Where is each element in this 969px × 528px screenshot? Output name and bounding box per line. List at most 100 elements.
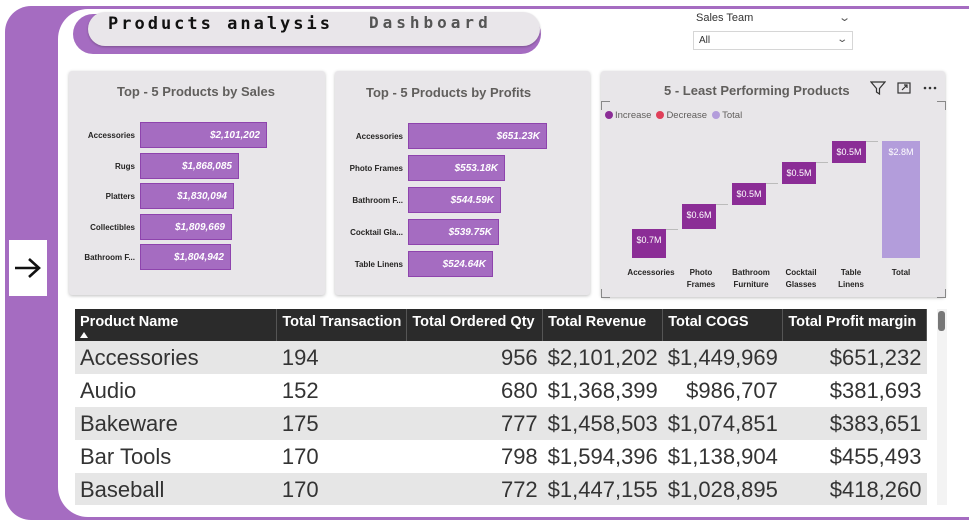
sales-data-label: $1,804,942 bbox=[173, 252, 224, 263]
waterfall-bar[interactable]: $2.8M bbox=[882, 141, 920, 258]
navigate-button[interactable] bbox=[9, 240, 47, 296]
product-table[interactable]: Product Name Total Transaction Total Order… bbox=[75, 309, 927, 505]
waterfall-bar[interactable]: $0.5M bbox=[732, 182, 766, 205]
profit-category-label: Table Linens bbox=[354, 260, 403, 269]
legend-item[interactable]: Decrease bbox=[656, 110, 707, 121]
sales-bar[interactable]: $1,830,094 bbox=[140, 183, 234, 209]
legend-marker bbox=[605, 111, 613, 119]
table-cell: $1,449,969 bbox=[662, 341, 783, 374]
legend-marker bbox=[712, 111, 721, 119]
table-row[interactable]: Bakeware 175 777 $1,458,503 $1,074,851 $383,6… bbox=[75, 407, 927, 440]
table-cell: $1,447,155 bbox=[542, 473, 663, 505]
table-cell: $455,493 bbox=[829, 443, 922, 469]
sales-category-label: Platters bbox=[105, 192, 135, 201]
table-cell: $383,651 bbox=[782, 407, 927, 440]
table-cell: 170 bbox=[276, 473, 407, 505]
sales-team-dropdown[interactable]: All ⌄ bbox=[693, 31, 853, 50]
sales-chart-title: Top - 5 Products by Sales bbox=[117, 84, 275, 99]
sales-data-label: $2,101,202 bbox=[209, 130, 260, 141]
table-cell: Bar Tools bbox=[80, 443, 172, 469]
sales-bar[interactable]: $1,868,085 bbox=[140, 152, 239, 179]
resize-handle[interactable] bbox=[601, 289, 610, 298]
resize-handle[interactable] bbox=[937, 101, 946, 110]
waterfall-category-label: Total bbox=[891, 268, 911, 277]
profit-bar[interactable]: $539.75K bbox=[408, 219, 499, 245]
table-cell: 956 bbox=[406, 341, 543, 374]
page-title: Products analysis bbox=[108, 14, 333, 34]
profit-data-label: $553.18K bbox=[454, 163, 498, 174]
profit-bar[interactable]: $544.59K bbox=[408, 187, 501, 213]
sort-ascending-icon[interactable] bbox=[80, 332, 88, 338]
table-row[interactable]: Audio 152 680 $1,368,399 $986,707 $381,693 bbox=[75, 374, 927, 407]
waterfall-data-label: $0.6M bbox=[686, 209, 712, 220]
profit-bar[interactable]: $651.23K bbox=[408, 123, 547, 149]
column-header[interactable]: Total Revenue bbox=[542, 309, 664, 341]
profit-bar[interactable]: $524.64K bbox=[408, 251, 493, 277]
column-header[interactable]: Total Transaction bbox=[276, 309, 408, 341]
legend-item[interactable]: Total bbox=[712, 110, 742, 121]
scrollbar-thumb[interactable] bbox=[938, 311, 945, 331]
waterfall-category-label: Bathroom Furniture bbox=[732, 268, 770, 289]
sales-bar[interactable]: $1,809,669 bbox=[140, 213, 232, 240]
resize-handle[interactable] bbox=[601, 101, 610, 110]
more-options-icon[interactable] bbox=[920, 78, 940, 98]
focus-mode-icon[interactable] bbox=[894, 78, 914, 98]
table-cell: $1,074,851 bbox=[662, 407, 783, 440]
table-cell: $1,594,396 bbox=[547, 443, 658, 469]
table-cell: 798 bbox=[500, 443, 538, 469]
sales-bar[interactable]: $2,101,202 bbox=[140, 122, 267, 148]
column-header[interactable]: Total Profit margin bbox=[782, 309, 927, 341]
table-scrollbar[interactable] bbox=[937, 309, 947, 505]
sales-data-label: $1,830,094 bbox=[176, 191, 227, 202]
table-cell: Bakeware bbox=[75, 407, 277, 440]
table-cell: 777 bbox=[406, 407, 543, 440]
sales-category-label: Rugs bbox=[115, 161, 135, 171]
column-header[interactable]: Product Name bbox=[75, 309, 278, 341]
waterfall-bar[interactable]: $0.6M bbox=[682, 203, 716, 229]
sales-category-label: Accessories bbox=[87, 131, 135, 140]
waterfall-category-label: Photo Frames bbox=[686, 268, 716, 289]
profit-bar[interactable]: $553.18K bbox=[408, 155, 505, 181]
column-header[interactable]: Total Ordered Qty bbox=[406, 309, 544, 341]
waterfall-bar[interactable]: $0.5M bbox=[832, 141, 866, 163]
sales-bar[interactable]: $1,804,942 bbox=[140, 244, 231, 270]
arrow-right-icon bbox=[15, 258, 41, 278]
profit-category-label: Bathroom F... bbox=[352, 196, 403, 205]
slicer-value: All bbox=[699, 35, 711, 46]
table-cell: $418,260 bbox=[782, 473, 927, 505]
waterfall-data-label: $0.7M bbox=[636, 234, 662, 245]
profit-data-label: $524.64K bbox=[442, 259, 486, 270]
waterfall-connector bbox=[666, 228, 678, 230]
table-cell: $986,707 bbox=[686, 377, 778, 403]
waterfall-category-label: Cocktail Glasses bbox=[785, 268, 817, 289]
table-cell: 170 bbox=[281, 443, 319, 469]
waterfall-connector bbox=[816, 161, 828, 163]
table-row[interactable]: Accessories 194 956 $2,101,202 $1,449,969 $65… bbox=[75, 341, 927, 374]
waterfall-connector bbox=[716, 203, 728, 205]
column-header[interactable]: Total COGS bbox=[662, 309, 784, 341]
sales-data-label: $1,868,085 bbox=[181, 160, 232, 172]
table-cell: $1,458,503 bbox=[542, 407, 663, 440]
table-cell: Baseball bbox=[75, 473, 277, 505]
filter-icon[interactable] bbox=[868, 78, 888, 98]
waterfall-bar[interactable]: $0.7M bbox=[632, 228, 666, 258]
table-cell: 175 bbox=[276, 407, 407, 440]
profit-data-label: $539.75K bbox=[448, 227, 492, 238]
table-cell: 152 bbox=[281, 377, 319, 403]
table-cell: $1,138,904 bbox=[667, 443, 778, 469]
waterfall-data-label: $0.5M bbox=[736, 188, 762, 199]
chevron-down-icon[interactable]: ⌄ bbox=[838, 11, 851, 24]
waterfall-data-label: $2.8M bbox=[888, 147, 914, 157]
table-row[interactable]: Bar Tools 170 798 $1,594,396 $1,138,904 $455,… bbox=[75, 440, 927, 473]
table-cell: $2,101,202 bbox=[542, 341, 663, 374]
profit-category-label: Cocktail Gla... bbox=[350, 228, 403, 237]
chevron-down-icon: ⌄ bbox=[835, 34, 848, 45]
waterfall-category-label: Table Linens bbox=[838, 268, 864, 289]
legend-item[interactable]: Increase bbox=[605, 110, 651, 121]
table-header-row: Product Name Total Transaction Total Order… bbox=[75, 309, 927, 341]
sales-category-label: Collectibles bbox=[90, 222, 135, 232]
table-row[interactable]: Baseball 170 772 $1,447,155 $1,028,895 $418,2… bbox=[75, 473, 927, 505]
table-cell: $1,368,399 bbox=[547, 377, 658, 403]
resize-handle[interactable] bbox=[937, 289, 946, 298]
waterfall-bar[interactable]: $0.5M bbox=[782, 161, 816, 184]
